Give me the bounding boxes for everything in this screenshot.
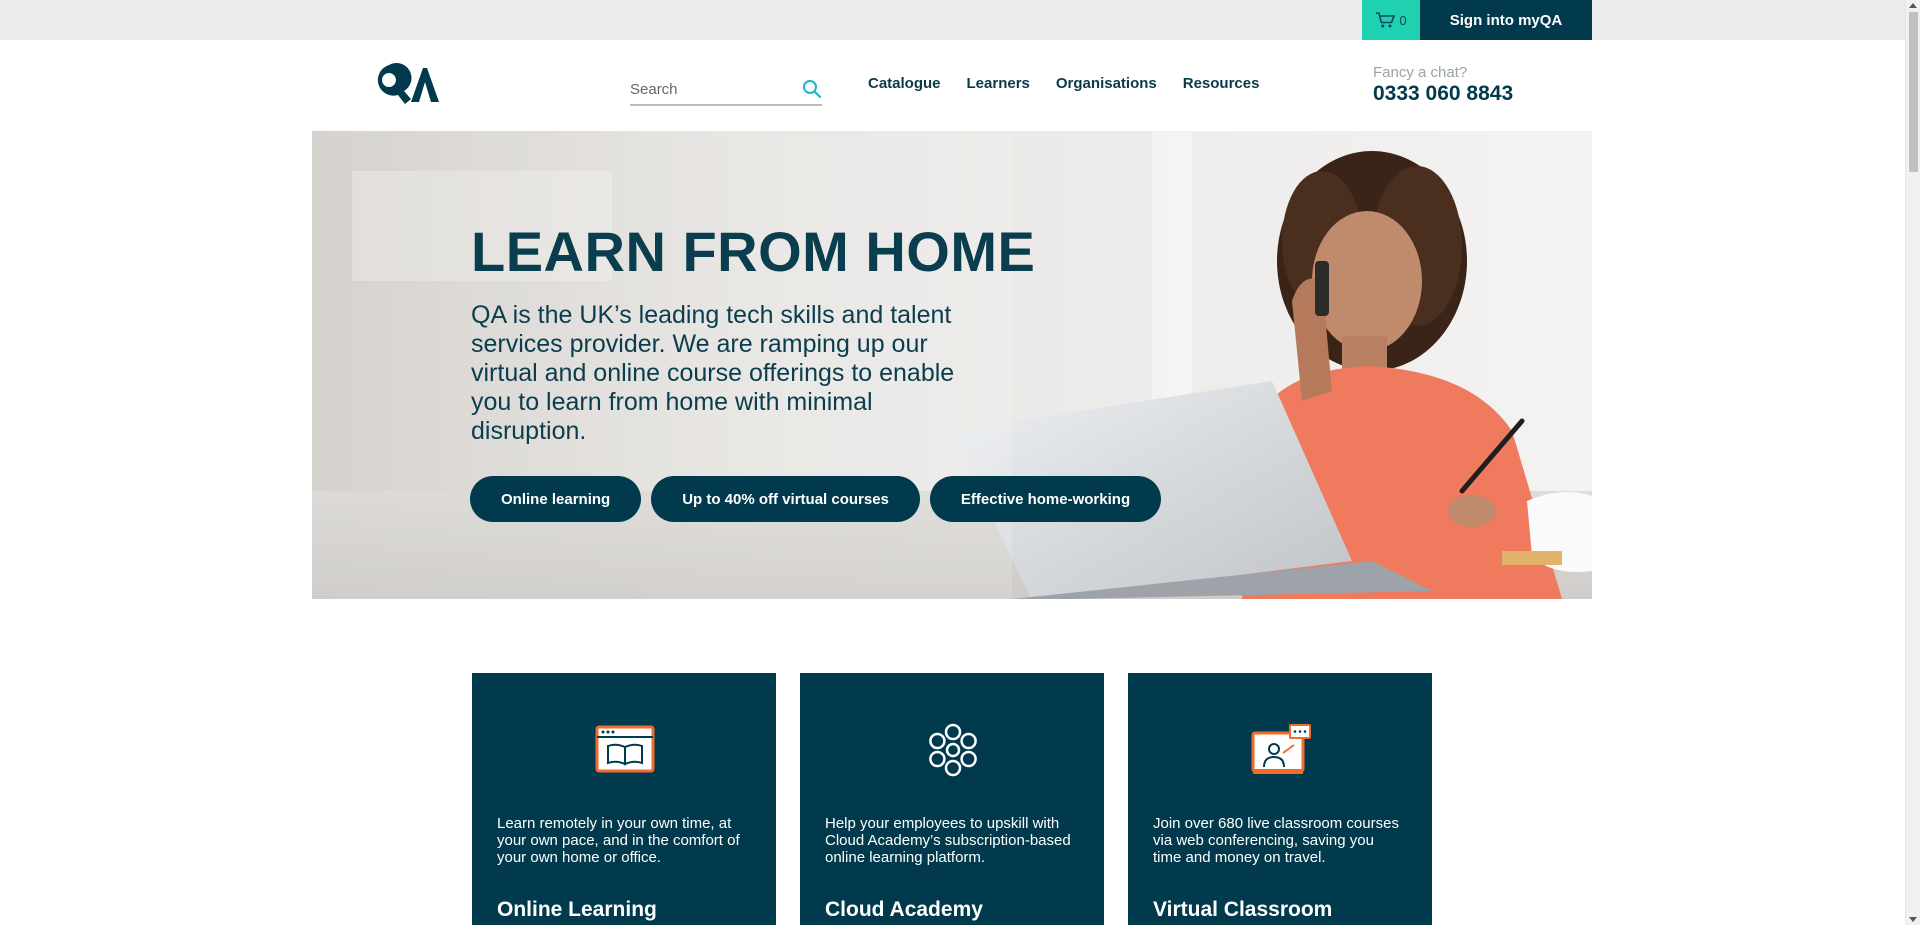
- scroll-up-arrow-icon[interactable]: [1909, 3, 1917, 8]
- nav-item-catalogue[interactable]: Catalogue: [868, 75, 941, 92]
- virtual-courses-discount-button[interactable]: Up to 40% off virtual courses: [651, 476, 920, 522]
- card-title: Virtual Classroom: [1153, 898, 1333, 921]
- hero-description: QA is the UK’s leading tech skills and t…: [471, 301, 955, 445]
- online-learning-button[interactable]: Online learning: [470, 476, 642, 522]
- cloud-academy-icon: [929, 723, 977, 777]
- search-input[interactable]: [630, 74, 790, 104]
- qa-logo-icon: [377, 62, 439, 104]
- hero-title: LEARN FROM HOME: [471, 220, 1036, 283]
- main-nav: Catalogue Learners Organisations Resourc…: [868, 75, 1259, 92]
- top-utility-bar: [0, 0, 1905, 40]
- search-icon[interactable]: [802, 79, 822, 99]
- shopping-cart-icon: [1376, 12, 1396, 28]
- nav-item-organisations[interactable]: Organisations: [1056, 75, 1157, 92]
- phone-number[interactable]: 0333 060 8843: [1373, 82, 1513, 106]
- card-cloud-academy[interactable]: Help your employees to upskill with Clou…: [800, 673, 1104, 925]
- card-description: Learn remotely in your own time, at your…: [497, 815, 740, 866]
- home-working-button[interactable]: Effective home-working: [929, 476, 1162, 522]
- nav-item-learners[interactable]: Learners: [967, 75, 1030, 92]
- cart-button[interactable]: 0: [1362, 0, 1420, 40]
- card-title: Cloud Academy: [825, 898, 983, 921]
- cart-count: 0: [1399, 12, 1407, 28]
- card-online-learning[interactable]: Learn remotely in your own time, at your…: [472, 673, 776, 925]
- search-box: [630, 74, 822, 106]
- sign-in-button[interactable]: Sign into myQA: [1420, 0, 1592, 40]
- hero-button-group: Online learning Up to 40% off virtual co…: [470, 476, 1162, 522]
- virtual-classroom-icon: [1251, 724, 1311, 774]
- card-description: Join over 680 live classroom courses via…: [1153, 815, 1399, 866]
- card-description: Help your employees to upskill with Clou…: [825, 815, 1071, 866]
- scroll-down-arrow-icon[interactable]: [1909, 917, 1917, 922]
- chat-label: Fancy a chat?: [1373, 64, 1468, 81]
- card-title: Online Learning: [497, 898, 657, 921]
- nav-item-resources[interactable]: Resources: [1183, 75, 1260, 92]
- page-scrollbar[interactable]: [1905, 0, 1920, 925]
- online-learning-icon: [595, 725, 655, 773]
- qa-logo[interactable]: [373, 60, 439, 110]
- hero-banner: LEARN FROM HOME QA is the UK’s leading t…: [312, 131, 1592, 599]
- card-virtual-classroom[interactable]: Join over 680 live classroom courses via…: [1128, 673, 1432, 925]
- scrollbar-thumb[interactable]: [1909, 12, 1918, 172]
